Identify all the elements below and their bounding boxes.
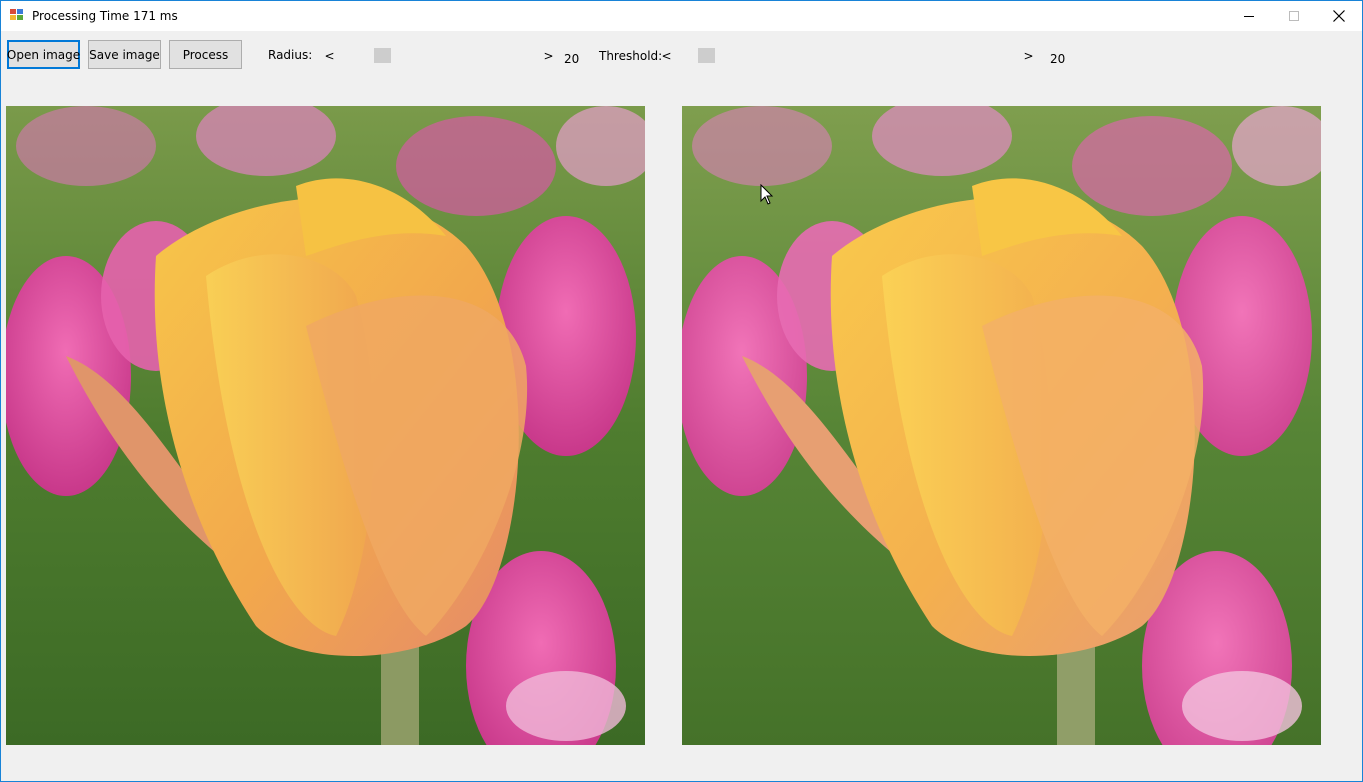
chevron-right-icon: >	[1023, 49, 1034, 63]
minimize-button[interactable]	[1226, 1, 1272, 31]
maximize-icon	[1289, 11, 1299, 21]
chevron-right-icon: >	[543, 49, 554, 63]
minimize-icon	[1244, 16, 1254, 17]
threshold-left-arrow[interactable]: <	[658, 46, 675, 66]
threshold-track[interactable]	[675, 46, 1020, 66]
app-window: Processing Time 171 ms Open image Save i…	[0, 0, 1363, 782]
window-title: Processing Time 171 ms	[32, 9, 178, 23]
radius-label: Radius:	[268, 48, 313, 62]
process-label: Process	[182, 47, 229, 62]
threshold-label: Threshold:	[599, 49, 663, 63]
app-icon	[10, 9, 24, 22]
close-button[interactable]	[1316, 1, 1362, 31]
open-image-button[interactable]: Open image	[7, 40, 80, 69]
chevron-left-icon: <	[661, 49, 672, 63]
chevron-left-icon: <	[324, 49, 335, 63]
open-image-label: Open image	[6, 47, 81, 62]
threshold-value: 20	[1050, 52, 1066, 66]
process-button[interactable]: Process	[169, 40, 242, 69]
threshold-scrollbar[interactable]: < >	[658, 46, 1037, 66]
radius-value: 20	[564, 52, 580, 66]
maximize-button[interactable]	[1271, 1, 1317, 31]
save-image-label: Save image	[89, 47, 160, 62]
save-image-button[interactable]: Save image	[88, 40, 161, 69]
threshold-thumb[interactable]	[698, 48, 715, 63]
radius-right-arrow[interactable]: >	[540, 46, 557, 66]
original-image	[6, 106, 645, 745]
threshold-right-arrow[interactable]: >	[1020, 46, 1037, 66]
mouse-cursor-icon	[760, 184, 774, 205]
radius-track[interactable]	[338, 46, 540, 66]
processed-image	[682, 106, 1321, 745]
radius-left-arrow[interactable]: <	[321, 46, 338, 66]
title-bar: Processing Time 171 ms	[1, 1, 1362, 31]
close-icon	[1333, 10, 1345, 22]
radius-thumb[interactable]	[374, 48, 391, 63]
radius-scrollbar[interactable]: < >	[321, 46, 557, 66]
